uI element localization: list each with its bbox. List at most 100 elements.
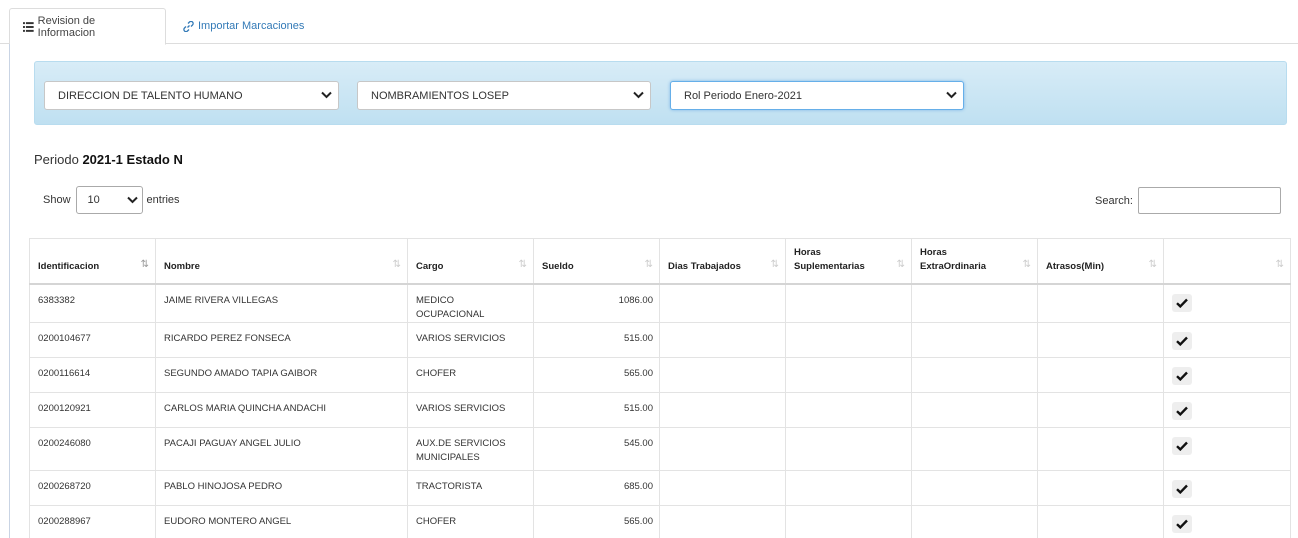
column-header-cargo[interactable]: Cargo ⇅ xyxy=(407,238,534,285)
approve-row-button[interactable] xyxy=(1172,331,1192,350)
cell-horas-extraordinaria xyxy=(911,283,1038,323)
column-header-horas-extraordinaria[interactable]: Horas ExtraOrdinaria ⇅ xyxy=(911,238,1038,285)
check-icon xyxy=(1176,519,1188,529)
cell-identificacion: 0200288967 xyxy=(29,504,156,538)
cell-identificacion: 0200268720 xyxy=(29,469,156,506)
cell-dias-trabajados xyxy=(659,391,786,428)
table-row: 6383382 JAIME RIVERA VILLEGAS MEDICO OCUPA… xyxy=(29,283,1291,323)
entries-length-control: Show 10 entries xyxy=(43,186,180,214)
table-header-row: Identificacion ⇅ Nombre ⇅ Cargo ⇅ Sueldo ⇅ D… xyxy=(29,238,1291,285)
cell-sueldo: 685.00 xyxy=(533,469,660,506)
cell-identificacion: 0200120921 xyxy=(29,391,156,428)
approve-row-button[interactable] xyxy=(1172,401,1192,420)
cell-sueldo: 515.00 xyxy=(533,391,660,428)
cell-cargo: MEDICO OCUPACIONAL xyxy=(407,283,534,323)
approve-row-button[interactable] xyxy=(1172,514,1192,533)
cell-horas-extraordinaria xyxy=(911,391,1038,428)
cell-nombre: RICARDO PEREZ FONSECA xyxy=(155,321,408,358)
periodo-label: Periodo xyxy=(34,152,79,167)
tab-bar: Revision de Informacion Importar Marcaci… xyxy=(0,0,1298,45)
cell-nombre: JAIME RIVERA VILLEGAS xyxy=(155,283,408,323)
cell-action xyxy=(1163,321,1291,358)
cell-identificacion: 0200116614 xyxy=(29,356,156,393)
column-header-dias-trabajados[interactable]: Dias Trabajados ⇅ xyxy=(659,238,786,285)
period-select[interactable]: Rol Periodo Enero-2021 xyxy=(670,81,964,110)
cell-action xyxy=(1163,504,1291,538)
entries-select[interactable]: 10 xyxy=(75,186,143,214)
chevron-down-icon xyxy=(633,91,644,99)
cell-horas-suplementarias xyxy=(785,426,912,471)
cell-sueldo: 565.00 xyxy=(533,356,660,393)
department-select-value: DIRECCION DE TALENTO HUMANO xyxy=(58,89,243,102)
cell-horas-suplementarias xyxy=(785,469,912,506)
sort-icon: ⇅ xyxy=(770,258,779,270)
contract-type-select[interactable]: NOMBRAMIENTOS LOSEP xyxy=(357,81,651,110)
check-icon xyxy=(1176,484,1188,494)
cell-atrasos xyxy=(1037,426,1164,471)
tab-importar-marcaciones[interactable]: Importar Marcaciones xyxy=(170,8,317,44)
check-icon xyxy=(1176,406,1188,416)
cell-nombre: PABLO HINOJOSA PEDRO xyxy=(155,469,408,506)
table-row: 0200246080 PACAJI PAGUAY ANGEL JULIO AUX.D… xyxy=(29,426,1291,471)
approve-row-button[interactable] xyxy=(1172,366,1192,385)
department-select[interactable]: DIRECCION DE TALENTO HUMANO xyxy=(44,81,339,110)
sort-icon: ⇅ xyxy=(518,258,527,270)
cell-atrasos xyxy=(1037,504,1164,538)
table-row: 0200288967 EUDORO MONTERO ANGEL CHOFER 565.… xyxy=(29,504,1291,538)
cell-atrasos xyxy=(1037,356,1164,393)
cell-identificacion: 6383382 xyxy=(29,283,156,323)
cell-atrasos xyxy=(1037,321,1164,358)
column-header-atrasos[interactable]: Atrasos(Min) ⇅ xyxy=(1037,238,1164,285)
cell-action xyxy=(1163,391,1291,428)
tab-revision-label: Revision de Informacion xyxy=(37,14,96,39)
contract-type-select-value: NOMBRAMIENTOS LOSEP xyxy=(371,89,509,102)
column-header-sueldo[interactable]: Sueldo ⇅ xyxy=(533,238,660,285)
chevron-down-icon xyxy=(946,91,957,99)
filter-panel: DIRECCION DE TALENTO HUMANO NOMBRAMIENTO… xyxy=(34,61,1287,125)
sort-icon: ⇅ xyxy=(1148,258,1157,270)
sort-icon: ⇅ xyxy=(896,258,905,270)
cell-horas-extraordinaria xyxy=(911,321,1038,358)
approve-row-button[interactable] xyxy=(1172,436,1192,455)
cell-action xyxy=(1163,356,1291,393)
cell-nombre: EUDORO MONTERO ANGEL xyxy=(155,504,408,538)
column-header-horas-suplementarias[interactable]: Horas Suplementarias ⇅ xyxy=(785,238,912,285)
cell-horas-suplementarias xyxy=(785,504,912,538)
column-header-nombre[interactable]: Nombre ⇅ xyxy=(155,238,408,285)
approve-row-button[interactable] xyxy=(1172,293,1192,312)
show-label: Show xyxy=(43,194,71,206)
table-row: 0200268720 PABLO HINOJOSA PEDRO TRACTORIST… xyxy=(29,469,1291,506)
cell-dias-trabajados xyxy=(659,504,786,538)
cell-horas-suplementarias xyxy=(785,321,912,358)
cell-identificacion: 0200104677 xyxy=(29,321,156,358)
approve-row-button[interactable] xyxy=(1172,479,1192,498)
sort-asc-icon: ⇅ xyxy=(140,258,149,270)
search-label: Search: xyxy=(1095,194,1133,207)
column-header-identificacion[interactable]: Identificacion ⇅ xyxy=(29,238,156,285)
column-header-actions[interactable]: ⇅ xyxy=(1163,238,1291,285)
entries-label: entries xyxy=(146,194,180,206)
tab-revision-informacion[interactable]: Revision de Informacion xyxy=(9,8,166,45)
cell-sueldo: 1086.00 xyxy=(533,283,660,323)
tab-importar-label: Importar Marcaciones xyxy=(198,20,305,32)
period-select-value: Rol Periodo Enero-2021 xyxy=(684,89,803,102)
periodo-heading: Periodo 2021-1 Estado N xyxy=(34,152,183,167)
cell-action xyxy=(1163,283,1291,323)
sort-icon: ⇅ xyxy=(644,258,653,270)
check-icon xyxy=(1176,298,1188,308)
search-input[interactable] xyxy=(1137,187,1281,214)
check-icon xyxy=(1176,336,1188,346)
cell-nombre: CARLOS MARIA QUINCHA ANDACHI xyxy=(155,391,408,428)
table-row: 0200104677 RICARDO PEREZ FONSECA VARIOS SE… xyxy=(29,321,1291,358)
cell-cargo: TRACTORISTA xyxy=(407,469,534,506)
cell-atrasos xyxy=(1037,391,1164,428)
cell-action xyxy=(1163,426,1291,471)
cell-atrasos xyxy=(1037,283,1164,323)
link-icon xyxy=(183,20,194,32)
check-icon xyxy=(1176,441,1188,451)
cell-nombre: SEGUNDO AMADO TAPIA GAIBOR xyxy=(155,356,408,393)
cell-dias-trabajados xyxy=(659,469,786,506)
cell-nombre: PACAJI PAGUAY ANGEL JULIO xyxy=(155,426,408,471)
table-row: 0200120921 CARLOS MARIA QUINCHA ANDACHI VA… xyxy=(29,391,1291,428)
cell-dias-trabajados xyxy=(659,356,786,393)
